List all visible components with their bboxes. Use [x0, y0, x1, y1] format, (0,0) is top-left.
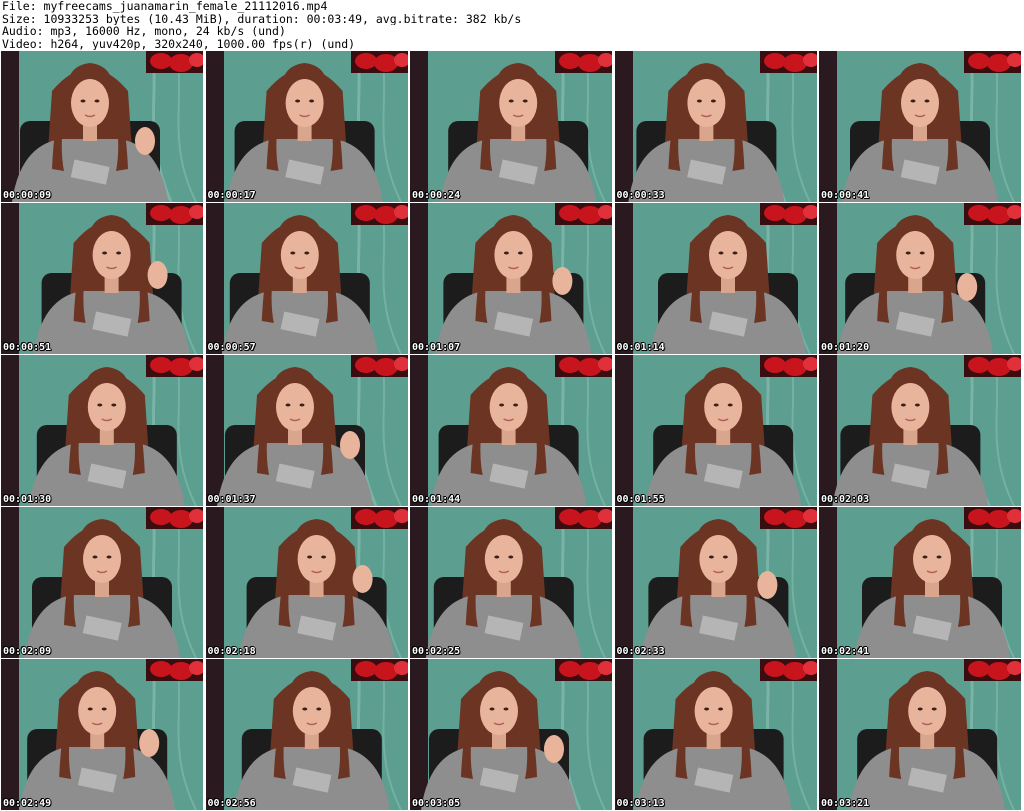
video-thumbnail[interactable]: 00:00:51 — [1, 203, 203, 354]
video-frame-icon — [410, 51, 612, 202]
video-thumbnail[interactable]: 00:01:07 — [410, 203, 612, 354]
timestamp-label: 00:01:30 — [3, 494, 52, 505]
video-frame-icon — [410, 203, 612, 354]
video-frame-icon — [410, 355, 612, 506]
video-frame-icon — [205, 659, 408, 810]
video-thumbnail[interactable]: 00:01:30 — [1, 355, 203, 506]
timestamp-label: 00:02:03 — [821, 494, 870, 505]
timestamp-label: 00:02:56 — [207, 798, 256, 809]
file-name-line: File: myfreecams_juanamarin_female_21112… — [2, 0, 328, 13]
video-frame-icon — [819, 51, 1021, 202]
video-thumbnail[interactable]: 00:00:33 — [614, 51, 817, 202]
timestamp-label: 00:03:05 — [412, 798, 461, 809]
file-size-line: Size: 10933253 bytes (10.43 MiB), durati… — [2, 12, 522, 25]
timestamp-label: 00:00:17 — [207, 190, 256, 201]
video-frame-icon — [819, 203, 1021, 354]
video-thumbnail[interactable]: 00:00:41 — [819, 51, 1021, 202]
timestamp-label: 00:02:41 — [821, 646, 870, 657]
video-frame-icon — [1, 507, 203, 658]
video-thumbnail[interactable]: 00:03:13 — [614, 659, 817, 810]
video-thumbnail[interactable]: 00:02:03 — [819, 355, 1021, 506]
video-thumbnail[interactable]: 00:00:09 — [1, 51, 203, 202]
video-thumbnail[interactable]: 00:02:09 — [1, 507, 203, 658]
video-thumbnail[interactable]: 00:00:17 — [205, 51, 408, 202]
video-info-line: Video: h264, yuv420p, 320x240, 1000.00 f… — [2, 37, 356, 50]
timestamp-label: 00:02:33 — [616, 646, 665, 657]
video-thumbnail[interactable]: 00:01:14 — [614, 203, 817, 354]
timestamp-label: 00:00:41 — [821, 190, 870, 201]
video-frame-icon — [410, 659, 612, 810]
timestamp-label: 00:01:55 — [616, 494, 665, 505]
video-thumbnail[interactable]: 00:01:44 — [410, 355, 612, 506]
timestamp-label: 00:00:57 — [207, 342, 256, 353]
video-frame-icon — [1, 659, 203, 810]
video-frame-icon — [614, 203, 817, 354]
timestamp-label: 00:03:13 — [616, 798, 665, 809]
timestamp-label: 00:02:18 — [207, 646, 256, 657]
video-frame-icon — [1, 355, 203, 506]
video-frame-icon — [819, 659, 1021, 810]
timestamp-label: 00:02:49 — [3, 798, 52, 809]
timestamp-label: 00:01:20 — [821, 342, 870, 353]
video-frame-icon — [819, 507, 1021, 658]
video-thumbnail[interactable]: 00:03:05 — [410, 659, 612, 810]
video-thumbnail[interactable]: 00:02:41 — [819, 507, 1021, 658]
video-frame-icon — [614, 507, 817, 658]
timestamp-label: 00:03:21 — [821, 798, 870, 809]
timestamp-label: 00:00:33 — [616, 190, 665, 201]
video-frame-icon — [205, 203, 408, 354]
audio-info-line: Audio: mp3, 16000 Hz, mono, 24 kb/s (und… — [2, 25, 286, 38]
video-frame-icon — [205, 355, 408, 506]
video-frame-icon — [1, 51, 203, 202]
timestamp-label: 00:00:24 — [412, 190, 461, 201]
timestamp-label: 00:01:07 — [412, 342, 461, 353]
video-thumbnail[interactable]: 00:01:20 — [819, 203, 1021, 354]
timestamp-label: 00:00:51 — [3, 342, 52, 353]
video-frame-icon — [1, 203, 203, 354]
thumbnail-grid: 00:00:09 00:00:17 00:00:24 00:00:33 00:00:41… — [1, 51, 1024, 811]
video-thumbnail[interactable]: 00:02:25 — [410, 507, 612, 658]
video-frame-icon — [614, 51, 817, 202]
video-thumbnail[interactable]: 00:02:56 — [205, 659, 408, 810]
video-frame-icon — [819, 355, 1021, 506]
timestamp-label: 00:00:09 — [3, 190, 52, 201]
video-thumbnail[interactable]: 00:01:55 — [614, 355, 817, 506]
video-thumbnail[interactable]: 00:02:33 — [614, 507, 817, 658]
file-info-header: File: myfreecams_juanamarin_female_21112… — [2, 0, 1002, 50]
video-frame-icon — [205, 507, 408, 658]
timestamp-label: 00:01:14 — [616, 342, 665, 353]
timestamp-label: 00:01:44 — [412, 494, 461, 505]
video-thumbnail[interactable]: 00:02:18 — [205, 507, 408, 658]
video-thumbnail[interactable]: 00:00:57 — [205, 203, 408, 354]
video-frame-icon — [410, 507, 612, 658]
timestamp-label: 00:01:37 — [207, 494, 256, 505]
timestamp-label: 00:02:09 — [3, 646, 52, 657]
timestamp-label: 00:02:25 — [412, 646, 461, 657]
video-frame-icon — [614, 659, 817, 810]
video-thumbnail[interactable]: 00:02:49 — [1, 659, 203, 810]
video-frame-icon — [205, 51, 408, 202]
video-thumbnail[interactable]: 00:03:21 — [819, 659, 1021, 810]
video-thumbnail[interactable]: 00:00:24 — [410, 51, 612, 202]
video-frame-icon — [614, 355, 817, 506]
video-thumbnail[interactable]: 00:01:37 — [205, 355, 408, 506]
